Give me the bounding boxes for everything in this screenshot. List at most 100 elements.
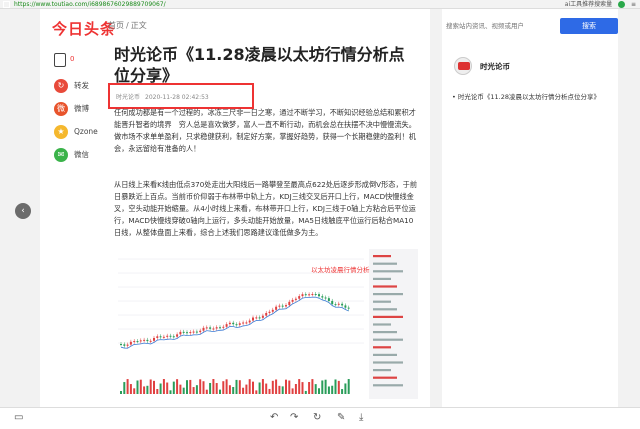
article-author[interactable]: 时光论币 — [116, 94, 140, 101]
chart-side-row — [373, 323, 391, 326]
chart-volume-bar — [304, 390, 307, 394]
url-text[interactable]: https://www.toutiao.com/i689867602988970… — [14, 0, 166, 9]
chart-volume-bar — [149, 379, 152, 394]
chart-volume-bar — [275, 379, 278, 394]
sidebar-author-name[interactable]: 时光论币 — [480, 61, 510, 72]
browser-search-hint[interactable]: ai工具推荐搜索量 — [565, 1, 612, 8]
chart-volume-bar — [261, 379, 264, 394]
chart-volume-bar — [186, 380, 188, 394]
chart-volume-bar — [159, 383, 162, 394]
chart-volume-bar — [252, 381, 254, 394]
share-label: 微博 — [74, 104, 89, 113]
sidebar-toggle-icon[interactable]: ▭ — [14, 412, 23, 423]
comment-icon[interactable] — [54, 53, 66, 67]
chart-volume-bar — [156, 389, 159, 394]
chart-annotation: 以太坊凌晨行情分析 — [311, 265, 370, 274]
chart-volume-bar — [268, 388, 271, 394]
chart-volume-bar — [298, 379, 301, 394]
address-bar[interactable]: https://www.toutiao.com/i689867602988970… — [0, 0, 640, 9]
chart-side-row — [373, 361, 403, 364]
refresh-icon[interactable]: ↻ — [313, 412, 321, 423]
chart-volume-bar — [139, 379, 142, 394]
share-repost[interactable]: ↻ 转发 — [52, 78, 112, 94]
chart-side-row — [373, 262, 397, 265]
chart-volume-bar — [308, 382, 311, 394]
repost-icon: ↻ — [54, 79, 68, 93]
breadcrumb-home[interactable]: 首页 — [108, 21, 124, 30]
share-qzone[interactable]: ★ Qzone — [52, 124, 112, 140]
chart-volume-bar — [146, 385, 149, 394]
chart-volume-bar — [258, 382, 261, 394]
author-avatar[interactable] — [454, 57, 472, 75]
chart-volume-bar — [129, 384, 132, 394]
weibo-icon: 微 — [54, 102, 68, 116]
lock-icon — [3, 1, 10, 8]
forward-icon[interactable]: ↷ — [290, 412, 298, 423]
share-wechat[interactable]: ✉ 微信 — [52, 147, 112, 163]
chart-volume-bar — [288, 380, 291, 394]
article-title: 时光论币《11.28凌晨以太坊行情分析点位分享》 — [114, 45, 405, 85]
download-icon[interactable]: ⤓ — [359, 412, 363, 423]
chart-volume-bar — [294, 384, 297, 394]
toutiao-logo[interactable]: 今日头条 — [52, 18, 116, 39]
chart-volume-bar — [182, 387, 185, 394]
share-label: Qzone — [74, 127, 98, 136]
chart-volume-bar — [327, 386, 330, 394]
chart-volume-bar — [271, 380, 274, 394]
edit-icon[interactable]: ✎ — [337, 412, 345, 423]
back-arrow-icon[interactable]: ‹ — [15, 203, 31, 219]
bottom-toolbar: ▭ ↶ ↷ ↻ ✎ ⤓ — [0, 407, 640, 429]
browser-toolbar: ai工具推荐搜索量 ≡ — [561, 0, 636, 9]
share-label: 微信 — [74, 150, 89, 159]
chart-volume-bar — [179, 384, 182, 394]
chart-volume-bar — [291, 388, 294, 394]
chart-volume-bar — [162, 379, 165, 394]
breadcrumb-current: 正文 — [130, 21, 147, 30]
chart-volume-bar — [285, 379, 287, 394]
chart-volume-bar — [126, 379, 129, 394]
candlestick-chart-image: 以太坊凌晨行情分析 — [114, 249, 418, 399]
chart-volume-bar — [248, 379, 251, 394]
chart-side-row — [373, 270, 403, 273]
chart-volume-bar — [331, 385, 334, 394]
chart-side-row — [373, 293, 403, 296]
chart-volume-bar — [281, 386, 284, 394]
chart-volume-bar — [123, 382, 126, 394]
chart-volume-bar — [278, 385, 281, 394]
chart-volume-bar — [222, 381, 225, 394]
chart-volume-bar — [242, 387, 245, 394]
chart-volume-bar — [120, 391, 122, 394]
back-icon[interactable]: ↶ — [270, 412, 278, 423]
chart-volume-bar — [334, 379, 337, 394]
extension-icon[interactable] — [618, 1, 626, 8]
chart-volume-bar — [202, 381, 205, 394]
search-button[interactable]: 搜索 — [560, 18, 618, 34]
chart-volume-bar — [238, 380, 241, 394]
chart-side-row — [373, 308, 397, 311]
search-input[interactable] — [442, 18, 562, 34]
share-weibo[interactable]: 微微博 — [52, 101, 112, 117]
chart-side-row — [373, 353, 397, 356]
article-time: 2020-11-28 02:42:53 — [145, 94, 209, 101]
chart-volume-bar — [344, 383, 347, 394]
chart-volume-bar — [209, 382, 212, 394]
chart-volume-bar — [255, 390, 258, 394]
chart-side-row — [373, 300, 391, 303]
chart-side-row — [373, 338, 403, 341]
article-paragraph-2: 从日线上来看K线由低点370处走出大阳线后一路攀登至最高点622处后逐步形成倒V… — [114, 180, 418, 237]
sidebar-article-link[interactable]: • 时光论币《11.28凌晨以太坊行情分析点位分享》 — [452, 92, 602, 102]
chart-volume-bar — [192, 387, 195, 394]
menu-icon[interactable]: ≡ — [631, 1, 636, 8]
chart-volume-bar — [232, 387, 235, 394]
wechat-icon: ✉ — [54, 148, 68, 162]
chart-volume-bar — [337, 380, 340, 394]
chart-side-row — [373, 331, 397, 334]
avatar-logo — [458, 62, 470, 70]
chart-volume-bar — [133, 388, 136, 394]
chart-volume-bar — [347, 379, 350, 394]
article-paragraph-1: 任何成功都是有一个过程的，冰冻三尺非一日之寒，通过不断学习，不断知识经验总结和累… — [114, 108, 416, 153]
article-meta: 时光论币 2020-11-28 02:42:53 — [116, 92, 214, 101]
chart-volume-bar — [176, 379, 179, 394]
breadcrumb: 首页 / 正文 — [108, 20, 147, 31]
chart-side-row — [373, 346, 391, 349]
